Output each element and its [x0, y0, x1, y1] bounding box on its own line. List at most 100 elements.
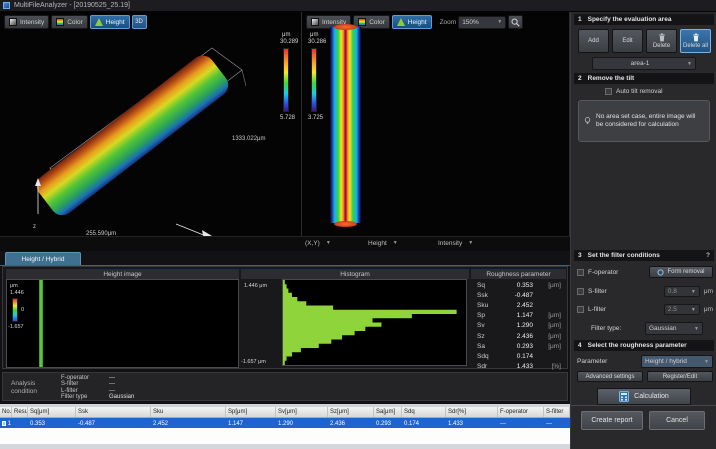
view-mode-button-height[interactable]: Height: [90, 15, 130, 29]
height-map-strip-image[interactable]: [330, 27, 361, 223]
table-cell: 0.353: [28, 418, 76, 428]
roughness-key: Sdr: [477, 363, 499, 370]
analysis-condition-label: Analysis condition: [11, 380, 37, 395]
viewport-status-bar: (X,Y)▼ Height▼ Intensity▼: [0, 236, 570, 251]
row-select-icon[interactable]: [2, 421, 6, 426]
view-3d-button[interactable]: 3D: [132, 15, 147, 29]
hi-scale-mid: 0: [21, 307, 24, 313]
table-header-cell[interactable]: Sdr[%]: [446, 407, 498, 417]
roughness-value: 0.174: [499, 353, 533, 360]
table-bottom-strip: [0, 444, 570, 449]
delete-area-button[interactable]: Delete: [646, 29, 677, 53]
help-button[interactable]: ?: [706, 252, 710, 259]
view-mode-button-height[interactable]: Height: [392, 15, 432, 29]
s-filter-select[interactable]: 0.8 ▼: [664, 286, 700, 297]
create-report-button[interactable]: Create report: [581, 411, 643, 430]
application-window: MultiFileAnalyzer - [20190525_25.19] Int…: [0, 0, 716, 449]
roughness-key: Sa: [477, 343, 499, 350]
chevron-down-icon: ▼: [468, 240, 473, 247]
magnifier-button[interactable]: [508, 15, 523, 29]
table-cell: [12, 418, 28, 428]
surface-3d-render[interactable]: z 255.590μm 1333.022μm: [0, 28, 280, 236]
add-area-button[interactable]: Add: [578, 29, 609, 53]
roughness-row: Sa0.293[μm]: [477, 341, 567, 351]
roughness-key: Sq: [477, 282, 499, 289]
form-removal-button[interactable]: Form removal: [649, 266, 713, 278]
edit-area-button[interactable]: Edit: [612, 29, 643, 53]
roughness-row: Sp1.147[μm]: [477, 311, 567, 321]
roughness-key: Sku: [477, 302, 499, 309]
roughness-value: -0.487: [499, 292, 533, 299]
table-cell-value: 1: [8, 421, 11, 427]
display-column-select-3[interactable]: Intensity▼: [438, 240, 473, 247]
table-header-cell[interactable]: Sdq: [402, 407, 446, 417]
section-filter-conditions: 3 Set the filter conditions ?: [574, 250, 714, 261]
table-header-cell[interactable]: S-filter: [544, 407, 570, 417]
hi-scale-min: -1.657: [8, 324, 24, 330]
auto-tilt-removal-checkbox[interactable]: Auto tilt removal: [605, 88, 663, 95]
display-column-select-1[interactable]: (X,Y)▼: [305, 240, 331, 247]
hi-scale-max: 1.446: [10, 290, 24, 296]
view-mode-button-intensity[interactable]: Intensity: [4, 15, 49, 29]
roughness-key: Ssk: [477, 292, 499, 299]
table-cell: 2.436: [328, 418, 374, 428]
title-bar[interactable]: MultiFileAnalyzer - [20190525_25.19]: [0, 0, 716, 12]
viewport-3d-toolbar: IntensityColorHeight 3D: [4, 15, 147, 29]
roughness-row: Sz2.436[μm]: [477, 331, 567, 341]
histogram-chart: [283, 280, 466, 365]
l-filter-select[interactable]: 2.5 ▼: [664, 304, 700, 315]
hi-color-scale: [12, 298, 18, 322]
table-header-cell[interactable]: Sz[μm]: [328, 407, 374, 417]
viewport-3d[interactable]: IntensityColorHeight 3D: [0, 12, 302, 238]
table-cell-value: 2.436: [330, 421, 345, 427]
area-select[interactable]: area-1 ▼: [592, 57, 696, 70]
table-empty-area: [0, 428, 570, 444]
table-header-cell[interactable]: Results: [12, 407, 28, 417]
s-filter-checkbox[interactable]: [577, 288, 584, 295]
table-cell-value: -0.487: [78, 421, 95, 427]
histogram-plot[interactable]: [282, 279, 467, 366]
table-cell: ---: [544, 418, 570, 428]
filter-type-select[interactable]: Gaussian ▼: [645, 322, 703, 335]
display-column-select-2[interactable]: Height▼: [368, 240, 398, 247]
advanced-settings-button[interactable]: Advanced settings: [577, 371, 643, 382]
tab-height-hybrid[interactable]: Height / Hybrid: [5, 252, 81, 265]
parameter-select[interactable]: Height / hybrid ▼: [641, 355, 713, 368]
table-cell: -0.487: [76, 418, 151, 428]
roughness-value: 1.147: [499, 312, 533, 319]
cancel-button[interactable]: Cancel: [649, 411, 705, 430]
calculation-button[interactable]: Calculation: [597, 388, 691, 405]
table-header-cell[interactable]: Sa[μm]: [374, 407, 402, 417]
table-header-cell[interactable]: Sp[μm]: [226, 407, 276, 417]
zoom-label: Zoom: [440, 19, 457, 26]
table-cell-value: 0.353: [30, 421, 45, 427]
s-filter-row: S-filter 0.8 ▼ μm: [577, 286, 713, 297]
analysis-key: L-filter: [61, 388, 109, 395]
analysis-value: Gaussian: [109, 394, 134, 401]
table-header-cell[interactable]: Sq[μm]: [28, 407, 76, 417]
table-header-cell[interactable]: Ssk: [76, 407, 151, 417]
table-header-cell[interactable]: Sku: [151, 407, 226, 417]
roughness-value: 0.353: [499, 282, 533, 289]
view-mode-label: Height: [408, 19, 427, 26]
analysis-key: F-operator: [61, 375, 109, 382]
delete-all-areas-button[interactable]: Delete all: [680, 29, 711, 53]
f-operator-checkbox[interactable]: [577, 269, 584, 276]
l-filter-checkbox[interactable]: [577, 306, 584, 313]
intensity-icon: [9, 18, 17, 26]
analysis-condition-row: S-filter---: [61, 381, 134, 388]
register-edit-button[interactable]: Register/Edit: [647, 371, 713, 382]
view-mode-label: Color: [369, 19, 385, 26]
zoom-select[interactable]: 150% ▼: [458, 16, 506, 29]
table-header-cell[interactable]: F-operator: [498, 407, 544, 417]
table-header-cell[interactable]: No.: [0, 407, 12, 417]
table-row-selected[interactable]: 10.353-0.4872.4521.1471.2902.4360.2930.1…: [0, 418, 570, 428]
table-header-cell[interactable]: Sv[μm]: [276, 407, 328, 417]
height-icon: [397, 18, 405, 26]
intensity-icon: [311, 18, 319, 26]
form-removal-icon: [657, 269, 664, 276]
height-image-header: Height image: [6, 269, 239, 279]
scale-min-label: 5.728: [280, 115, 295, 121]
view-mode-button-color[interactable]: Color: [51, 15, 88, 29]
chevron-down-icon: ▼: [326, 240, 331, 247]
